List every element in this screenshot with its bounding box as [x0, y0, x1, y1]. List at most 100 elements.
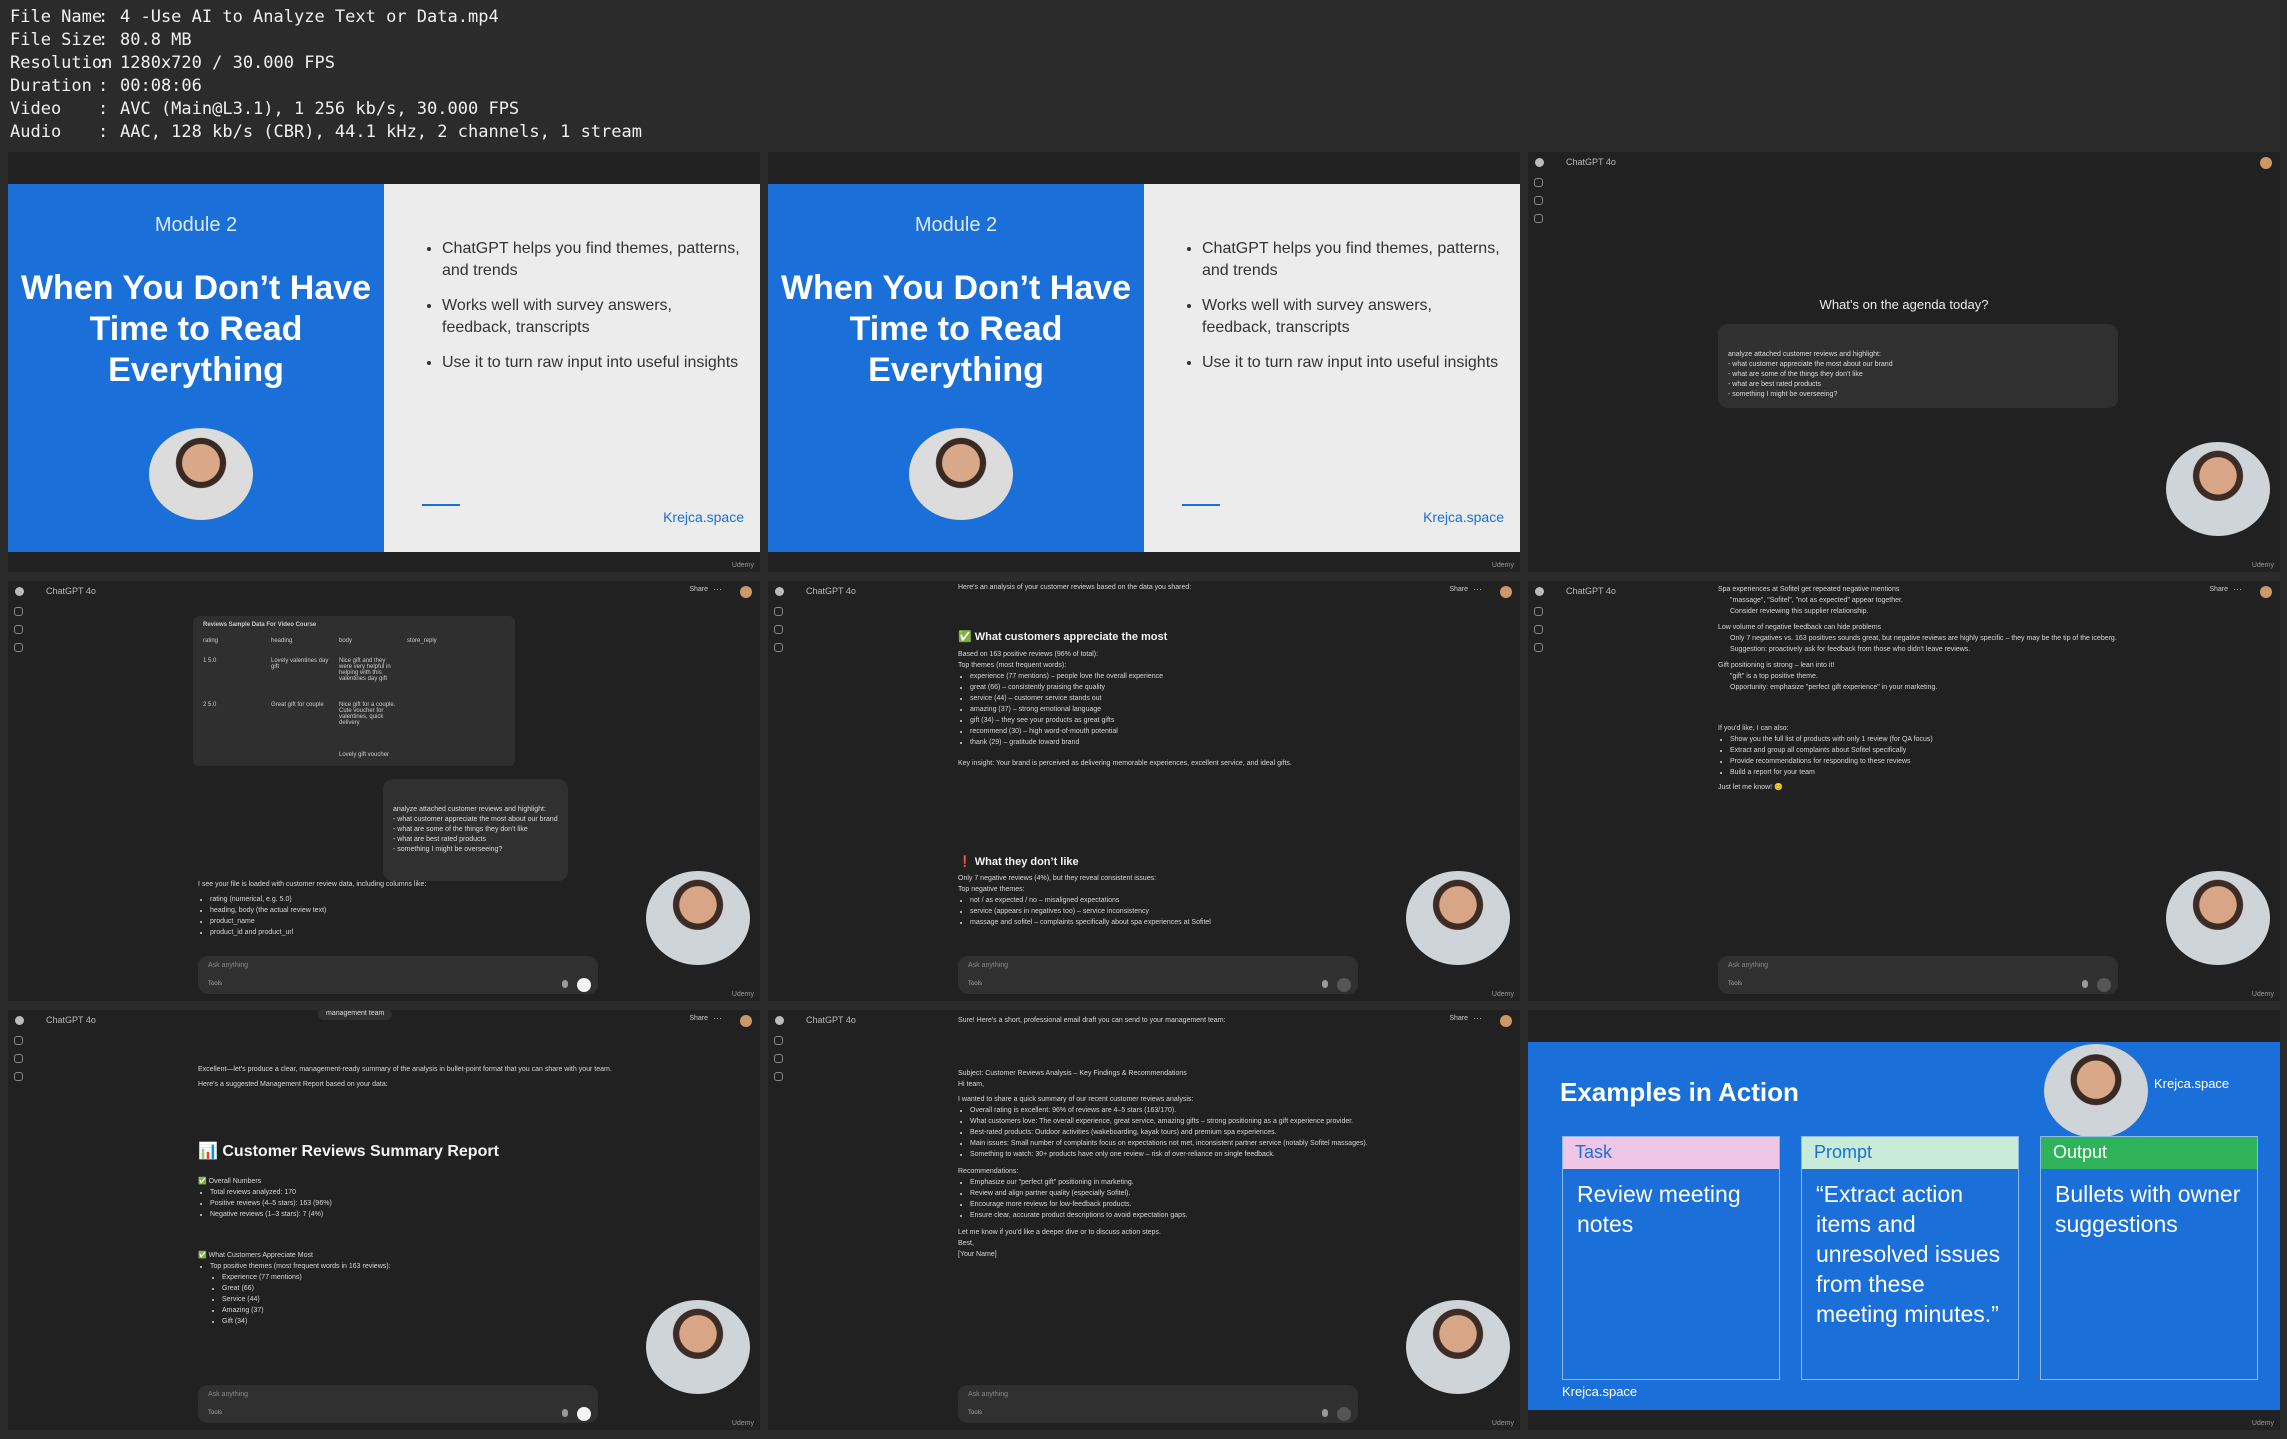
- chat-input[interactable]: Ask anything Tools: [958, 956, 1358, 994]
- search-icon[interactable]: [1534, 196, 1543, 205]
- card-body: Bullets with owner suggestions: [2055, 1181, 2241, 1237]
- tools-button[interactable]: Tools: [208, 981, 222, 987]
- new-chat-icon[interactable]: [1534, 178, 1543, 187]
- search-icon[interactable]: [774, 625, 783, 634]
- model-selector[interactable]: ChatGPT 4o: [806, 1015, 856, 1025]
- search-icon[interactable]: [14, 625, 23, 634]
- new-chat-icon[interactable]: [1534, 607, 1543, 616]
- search-icon[interactable]: [1534, 625, 1543, 634]
- composer-text[interactable]: analyze attached customer reviews and hi…: [1728, 350, 2108, 400]
- avatar[interactable]: [740, 586, 752, 598]
- tools-button[interactable]: Tools: [968, 1410, 982, 1416]
- slide-bullet: Use it to turn raw input into useful ins…: [1202, 352, 1502, 374]
- chat-input-placeholder[interactable]: Ask anything: [968, 962, 1008, 969]
- list-item: Overall rating is excellent: 96% of revi…: [970, 1105, 1388, 1116]
- library-icon[interactable]: [774, 1072, 783, 1081]
- tools-button[interactable]: Tools: [208, 1410, 222, 1416]
- new-chat-icon[interactable]: [774, 607, 783, 616]
- model-selector[interactable]: ChatGPT 4o: [46, 1015, 96, 1025]
- avatar[interactable]: [740, 1015, 752, 1027]
- chatgpt-logo-icon[interactable]: [775, 1016, 784, 1025]
- sidebar-rail: [774, 1036, 784, 1090]
- tools-button[interactable]: Tools: [968, 981, 982, 987]
- chat-input[interactable]: Ask anything Tools: [198, 956, 598, 994]
- file-info-panel: File Name:4 -Use AI to Analyze Text or D…: [10, 6, 642, 144]
- send-button[interactable]: [1337, 1407, 1351, 1421]
- user-message-text: analyze attached customer reviews and hi…: [393, 806, 558, 853]
- microphone-icon[interactable]: [1322, 980, 1328, 988]
- library-icon[interactable]: [1534, 643, 1543, 652]
- tools-button[interactable]: Tools: [1728, 981, 1742, 987]
- list-item: recommend (30) – high word-of-mouth pote…: [970, 726, 1378, 737]
- file-info-separator: :: [98, 7, 109, 27]
- share-button[interactable]: Share: [689, 1015, 708, 1022]
- share-button[interactable]: Share: [689, 586, 708, 593]
- list-item: Positive reviews (4–5 stars): 163 (96%): [210, 1198, 618, 1209]
- chat-input[interactable]: Ask anything Tools: [958, 1385, 1358, 1423]
- send-button[interactable]: [1337, 978, 1351, 992]
- slide-brand: Krejca.space: [663, 509, 744, 525]
- avatar[interactable]: [1500, 586, 1512, 598]
- chat-input[interactable]: Ask anything Tools: [1718, 956, 2118, 994]
- chatgpt-logo-icon[interactable]: [1535, 587, 1544, 596]
- share-button[interactable]: Share: [1449, 1015, 1468, 1022]
- slide-title: When You Don’t Have Time to Read Everyth…: [780, 269, 1132, 389]
- chatgpt-logo-icon[interactable]: [1535, 158, 1544, 167]
- presenter-avatar: [149, 428, 253, 520]
- chat-input-placeholder[interactable]: Ask anything: [208, 962, 248, 969]
- microphone-icon[interactable]: [2082, 980, 2088, 988]
- chat-input-placeholder[interactable]: Ask anything: [968, 1391, 1008, 1398]
- assistant-message: Excellent—let's produce a clear, managem…: [198, 1064, 618, 1090]
- search-icon[interactable]: [774, 1054, 783, 1063]
- model-selector[interactable]: ChatGPT 4o: [806, 586, 856, 596]
- library-icon[interactable]: [774, 643, 783, 652]
- watermark: Udemy: [1491, 1420, 1514, 1427]
- chatgpt-logo-icon[interactable]: [15, 1016, 24, 1025]
- library-icon[interactable]: [14, 1072, 23, 1081]
- new-chat-icon[interactable]: [14, 607, 23, 616]
- list-item: Low volume of negative feedback can hide…: [1718, 624, 1882, 631]
- chatgpt-logo-icon[interactable]: [775, 587, 784, 596]
- chat-input-placeholder[interactable]: Ask anything: [1728, 962, 1768, 969]
- library-icon[interactable]: [14, 643, 23, 652]
- model-selector[interactable]: ChatGPT 4o: [1566, 157, 1616, 167]
- model-selector[interactable]: ChatGPT 4o: [1566, 586, 1616, 596]
- more-icon[interactable]: ···: [713, 584, 722, 594]
- file-info-key: File Name: [10, 7, 103, 27]
- new-chat-icon[interactable]: [774, 1036, 783, 1045]
- list-item: Opportunity: emphasize "perfect gift exp…: [1730, 684, 1938, 691]
- assistant-text: I see your file is loaded with customer …: [198, 881, 427, 888]
- file-info-key: File Size: [10, 30, 103, 50]
- sidebar-rail: [1534, 607, 1544, 661]
- model-selector[interactable]: ChatGPT 4o: [46, 586, 96, 596]
- share-button[interactable]: Share: [1449, 586, 1468, 593]
- composer[interactable]: analyze attached customer reviews and hi…: [1718, 324, 2118, 408]
- table-cell: Nice gift and they were very helpful in …: [339, 658, 391, 682]
- more-icon[interactable]: ···: [713, 1013, 722, 1023]
- chat-input-placeholder[interactable]: Ask anything: [208, 1391, 248, 1398]
- data-table-preview[interactable]: Reviews Sample Data For Video Course rat…: [193, 616, 515, 766]
- microphone-icon[interactable]: [1322, 1409, 1328, 1417]
- avatar[interactable]: [2260, 586, 2272, 598]
- microphone-icon[interactable]: [562, 980, 568, 988]
- more-icon[interactable]: ···: [1473, 1013, 1482, 1023]
- chat-input[interactable]: Ask anything Tools: [198, 1385, 598, 1423]
- slide-bullet: Works well with survey answers, feedback…: [1202, 295, 1502, 339]
- stop-button[interactable]: [577, 1407, 591, 1421]
- presenter-video: [2166, 871, 2270, 965]
- stop-button[interactable]: [577, 978, 591, 992]
- library-icon[interactable]: [1534, 214, 1543, 223]
- new-chat-icon[interactable]: [14, 1036, 23, 1045]
- avatar[interactable]: [1500, 1015, 1512, 1027]
- assistant-list: Top positive themes (most frequent words…: [198, 1261, 618, 1272]
- more-icon[interactable]: ···: [2233, 584, 2242, 594]
- more-icon[interactable]: ···: [1473, 584, 1482, 594]
- search-icon[interactable]: [14, 1054, 23, 1063]
- chatgpt-logo-icon[interactable]: [15, 587, 24, 596]
- microphone-icon[interactable]: [562, 1409, 568, 1417]
- chat-header: ChatGPT 4o Share ···: [8, 581, 760, 603]
- assistant-text: If you'd like, I can also:: [1718, 725, 1789, 732]
- avatar[interactable]: [2260, 157, 2272, 169]
- share-button[interactable]: Share: [2209, 586, 2228, 593]
- send-button[interactable]: [2097, 978, 2111, 992]
